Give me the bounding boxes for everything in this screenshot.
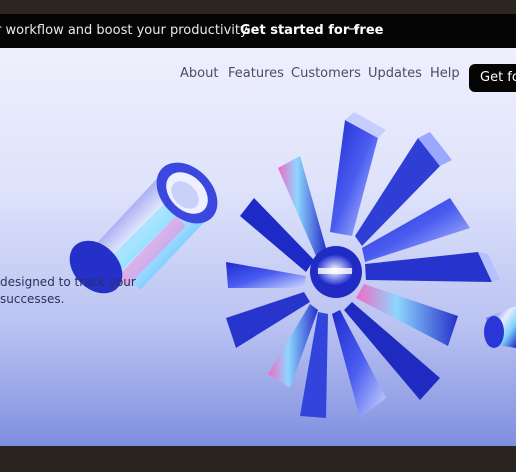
nav-link-features[interactable]: Features [228, 66, 284, 81]
window-bottom-edge [0, 446, 516, 472]
hero-description-line-1: designed to track your [0, 275, 136, 289]
arrow-right-icon[interactable]: → [348, 22, 359, 37]
get-started-button[interactable]: Get fo [469, 64, 516, 92]
get-started-link[interactable]: Get started for free [240, 23, 383, 38]
hero-description: designed to track your successes. [0, 274, 136, 308]
window-top-edge [0, 0, 516, 14]
starburst-3d-graphic [226, 112, 500, 418]
hero-3d-artwork [69, 112, 516, 418]
nav-link-updates[interactable]: Updates [368, 66, 422, 81]
nav-link-about[interactable]: About [180, 66, 218, 81]
hero-section: About Features Customers Updates Help Ge… [0, 48, 516, 446]
website-viewport: r workflow and boost your productivity. … [0, 14, 516, 446]
nav-link-help[interactable]: Help [430, 66, 460, 81]
nav-link-customers[interactable]: Customers [291, 66, 361, 81]
top-navigation: About Features Customers Updates Help Ge… [0, 64, 516, 92]
tube-3d-graphic [484, 306, 516, 348]
announcement-bar: r workflow and boost your productivity. … [0, 14, 516, 48]
announcement-message: r workflow and boost your productivity. [0, 23, 250, 38]
hero-description-line-2: successes. [0, 292, 65, 306]
